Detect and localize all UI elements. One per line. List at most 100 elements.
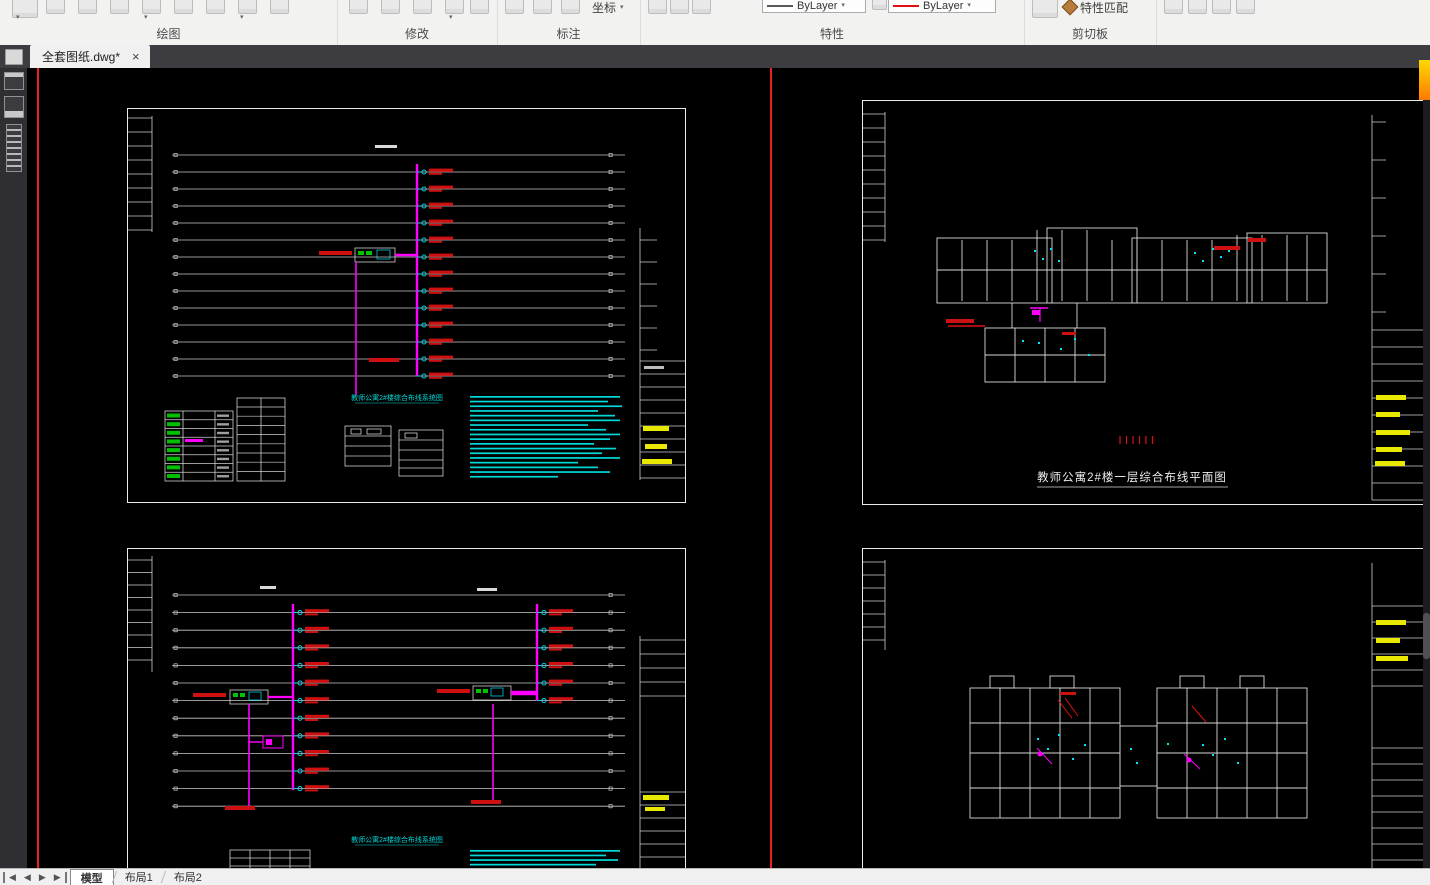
panel-label-clipboard: 剪切板	[1071, 27, 1108, 41]
sheet4-left-title-strip	[863, 560, 886, 650]
draw-tool-icon-3[interactable]	[78, 0, 97, 14]
modify-tool-icon-5[interactable]	[470, 0, 489, 14]
plan-red-annotations	[1057, 692, 1207, 723]
building-plan	[936, 227, 1328, 383]
linetype-dropdown[interactable]: ByLayer ▾	[762, 0, 866, 13]
annotate-tool-icon-1[interactable]	[505, 0, 524, 14]
sheet3-title: 教师公寓2#楼综合布线系统图	[351, 835, 443, 844]
color-swatch-icon	[893, 4, 919, 7]
linetype-value: ByLayer	[797, 0, 838, 12]
ribbon-panel-draw: ▾ ▾ ▾ 绘图	[0, 0, 338, 45]
panel-label-modify: 修改	[404, 27, 429, 41]
match-properties-button[interactable]: 特性匹配	[1061, 0, 1129, 16]
layout-tab-layout1[interactable]: 布局1	[115, 869, 163, 885]
paste-icon[interactable]	[1032, 0, 1058, 18]
document-tab-strip: 全套图纸.dwg* ×	[0, 45, 1430, 68]
ribbon-panel-properties: ByLayer ▾ ByLayer ▾ 特性	[640, 0, 1025, 45]
vertical-scrollbar-track[interactable]	[1423, 68, 1430, 868]
chevron-down-icon[interactable]: ▾	[144, 14, 148, 21]
sheet4-floor-plan	[862, 548, 1428, 868]
chevron-down-icon[interactable]: ▾	[16, 14, 20, 21]
ribbon-panel-annotate: 坐标 ▾ 标注	[497, 0, 641, 45]
vertical-scrollbar-thumb[interactable]	[1423, 613, 1430, 659]
chevron-down-icon: ▾	[620, 3, 624, 11]
draw-tool-icon-2[interactable]	[46, 0, 65, 14]
coordinate-dropdown[interactable]: 坐标 ▾	[592, 0, 624, 15]
modify-tool-icon-2[interactable]	[381, 0, 400, 14]
ribbon-panel-clipboard: 特性匹配 剪切板	[1024, 0, 1157, 45]
ribbon-panel-modify: ▾ 修改	[337, 0, 498, 45]
modify-tool-icon-1[interactable]	[349, 0, 368, 14]
panel-label-annotate: 标注	[556, 27, 581, 41]
sheet1-left-title-strip	[128, 116, 153, 232]
draw-tool-icon-9[interactable]	[270, 0, 289, 14]
sheet1-title: 教师公寓2#楼综合布线系统图	[351, 393, 443, 402]
modify-tool-icon-4[interactable]	[445, 0, 464, 14]
layout-nav-next-button[interactable]: ▶	[35, 872, 50, 883]
sheet1-system-diagram: 教师公寓2#楼综合布线系统图	[127, 108, 686, 503]
drawing-guide-line-center	[770, 68, 772, 868]
left-panel-icon-middle[interactable]	[4, 96, 24, 118]
notes-text-block	[470, 396, 622, 478]
color-value: ByLayer	[923, 0, 964, 12]
panel-label-properties: 特性	[819, 27, 844, 41]
document-tab[interactable]: 全套图纸.dwg* ×	[30, 45, 150, 68]
document-icon[interactable]	[5, 49, 23, 65]
plan-red-annotations	[946, 238, 1266, 444]
properties-tool-icon-1[interactable]	[648, 0, 667, 14]
chevron-down-icon[interactable]: ▾	[240, 14, 244, 21]
coordinate-label: 坐标	[592, 0, 617, 15]
plan-cyan-devices	[1022, 248, 1230, 356]
extra-tool-icon-2[interactable]	[1188, 0, 1207, 14]
close-icon[interactable]: ×	[132, 50, 140, 63]
legend-table-2	[236, 397, 286, 482]
linetype-swatch-icon	[767, 4, 793, 7]
ribbon: ▾ ▾ ▾ 绘图 ▾ 修改 坐标 ▾ 标注 ByLayer ▾ ByLayer …	[0, 0, 1430, 46]
sheet2-left-title-strip	[863, 112, 886, 242]
properties-tool-icon-2[interactable]	[670, 0, 689, 14]
application-window: ▾ ▾ ▾ 绘图 ▾ 修改 坐标 ▾ 标注 ByLayer ▾ ByLayer …	[0, 0, 1430, 885]
sheet3-title-block	[639, 636, 685, 868]
layout-tab-model[interactable]: 模型	[69, 868, 114, 885]
equipment-detail-1	[344, 425, 392, 467]
properties-tool-icon-3[interactable]	[692, 0, 711, 14]
extra-tool-icon-4[interactable]	[1236, 0, 1255, 14]
sheet2-title: 教师公寓2#楼一层综合布线平面图	[1037, 470, 1227, 484]
sheet4-title-block	[1371, 563, 1427, 868]
layout-tab-layout2[interactable]: 布局2	[164, 869, 212, 885]
annotate-tool-icon-3[interactable]	[561, 0, 580, 14]
plan-magenta-risers	[1036, 747, 1201, 770]
draw-tool-icon-4[interactable]	[110, 0, 129, 14]
drawing-canvas[interactable]: 教师公寓2#楼综合布线系统图 教师公寓2#楼一层综合布线平面图 教师公寓2#楼综…	[27, 68, 1430, 868]
draw-tool-icon-8[interactable]	[238, 0, 257, 14]
left-panel-vertical-tab[interactable]	[6, 124, 22, 172]
layout-nav-first-button[interactable]: ◀	[3, 871, 20, 883]
modify-tool-icon-3[interactable]	[413, 0, 432, 14]
chevron-down-icon[interactable]: ▾	[449, 14, 453, 21]
sheet2-floor-plan: 教师公寓2#楼一层综合布线平面图	[862, 100, 1428, 505]
draw-tool-icon-7[interactable]	[206, 0, 225, 14]
sheet2-title-block	[1371, 115, 1427, 501]
layout-nav-last-button[interactable]: ▶	[50, 871, 67, 883]
scrollbar-top-marker[interactable]	[1419, 60, 1430, 100]
draw-tool-icon-5[interactable]	[142, 0, 161, 14]
extra-tool-icon-3[interactable]	[1212, 0, 1231, 14]
color-dropdown[interactable]: ByLayer ▾	[888, 0, 996, 13]
equipment-detail-2	[398, 429, 444, 477]
legend-table-3	[229, 849, 311, 868]
layout-nav-prev-button[interactable]: ◀	[20, 872, 35, 883]
building-plan	[969, 675, 1308, 819]
plan-magenta-risers	[1030, 307, 1048, 322]
annotate-tool-icon-2[interactable]	[533, 0, 552, 14]
properties-tool-icon-4[interactable]	[872, 0, 887, 10]
chevron-down-icon: ▾	[841, 2, 845, 9]
document-tab-title: 全套图纸.dwg*	[42, 50, 121, 64]
chevron-down-icon: ▾	[967, 2, 971, 9]
ribbon-panel-extra	[1156, 0, 1430, 45]
floor-distribution-box	[319, 247, 417, 395]
match-properties-label: 特性匹配	[1080, 0, 1129, 15]
left-panel-icon-top[interactable]	[4, 72, 24, 90]
extra-tool-icon-1[interactable]	[1164, 0, 1183, 14]
draw-tool-icon-6[interactable]	[174, 0, 193, 14]
sheet1-title-block	[639, 228, 685, 480]
